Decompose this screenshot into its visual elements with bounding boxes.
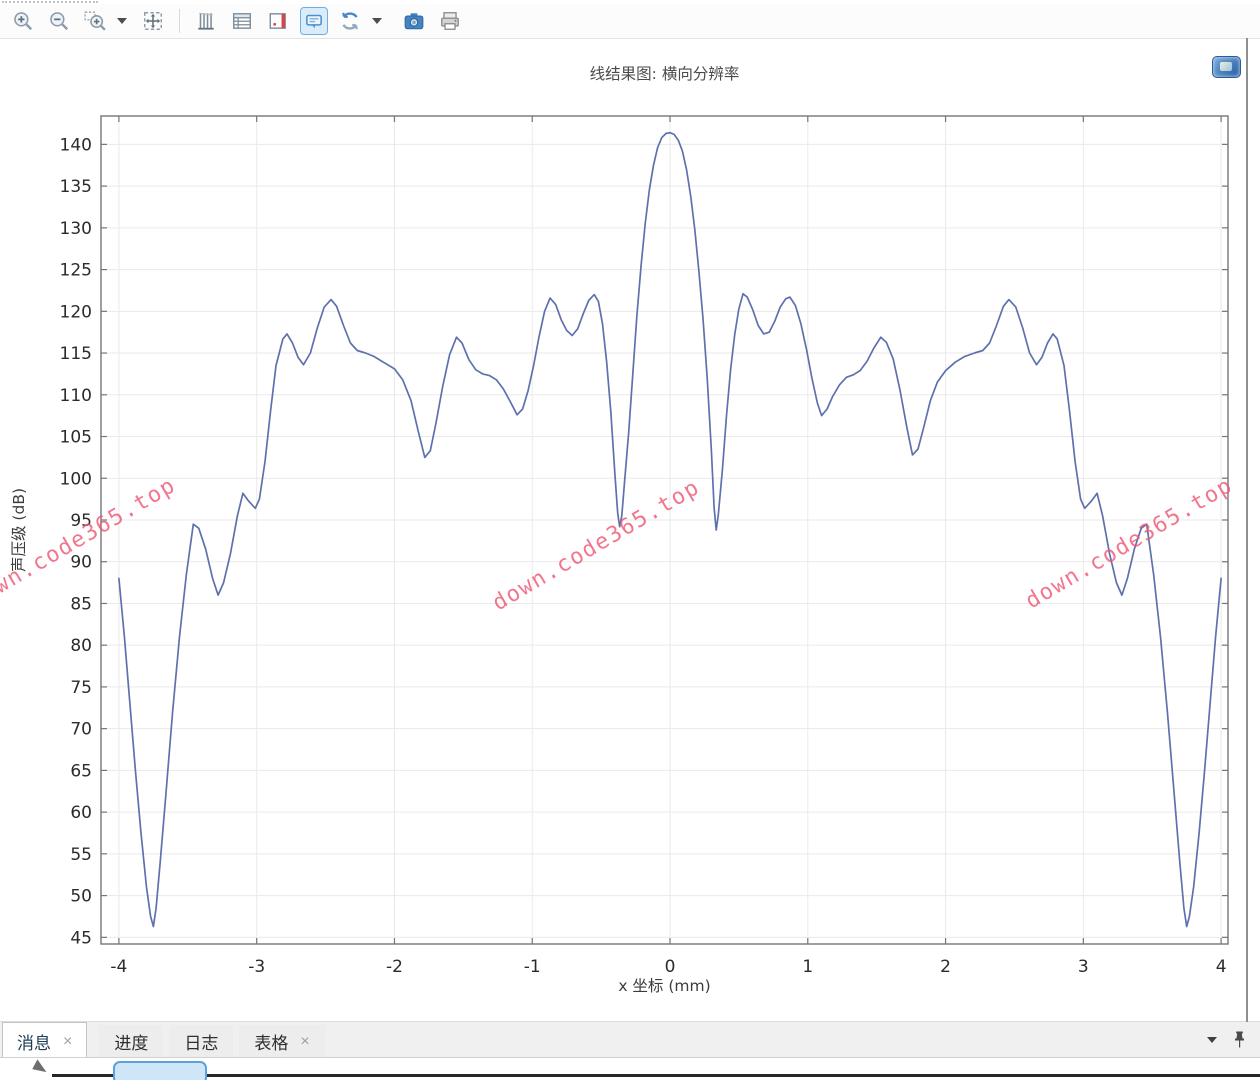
- printer-icon: [441, 12, 459, 30]
- svg-text:70: 70: [70, 720, 92, 740]
- messages-pane-top: [0, 1058, 1260, 1080]
- tab-progress[interactable]: 进度: [99, 1025, 164, 1057]
- svg-text:0: 0: [665, 957, 676, 977]
- tab-label: 进度: [114, 1034, 149, 1053]
- pin-icon[interactable]: [1233, 1031, 1246, 1048]
- tab-list-caret[interactable]: [1207, 1036, 1217, 1043]
- tab-messages[interactable]: 消息 ×: [2, 1022, 88, 1057]
- zoom-dropdown-caret[interactable]: [117, 18, 127, 24]
- axis-limits-icon: [269, 13, 286, 29]
- close-icon[interactable]: ×: [300, 1033, 309, 1050]
- svg-text:125: 125: [60, 261, 92, 281]
- grid-lines-x-icon: [198, 12, 214, 30]
- zoom-out-button[interactable]: [45, 7, 73, 35]
- zoom-extents-button[interactable]: [139, 7, 167, 35]
- close-icon[interactable]: ×: [63, 1033, 72, 1050]
- svg-text:-1: -1: [524, 957, 541, 977]
- refresh-plot-button[interactable]: [336, 7, 364, 35]
- svg-text:-2: -2: [386, 957, 403, 977]
- svg-text:-3: -3: [248, 957, 265, 977]
- svg-text:-4: -4: [110, 957, 127, 977]
- zoom-in-icon: [14, 12, 33, 31]
- camera-icon: [404, 13, 424, 30]
- panel-right-border: [1246, 38, 1248, 1022]
- svg-text:50: 50: [70, 887, 92, 907]
- svg-text:110: 110: [60, 386, 92, 406]
- image-snapshot-button[interactable]: [400, 7, 428, 35]
- zoom-out-icon: [50, 12, 69, 31]
- svg-text:x 坐标 (mm): x 坐标 (mm): [618, 977, 710, 995]
- zoom-box-icon: [84, 11, 106, 31]
- bottom-tab-bar: 消息 × 进度 日志 表格 ×: [0, 1022, 1260, 1058]
- graphics-toolbar: [0, 4, 1260, 38]
- svg-text:85: 85: [70, 594, 92, 614]
- svg-text:45: 45: [70, 928, 92, 948]
- graphics-window-button[interactable]: [1212, 56, 1241, 78]
- svg-text:140: 140: [60, 135, 92, 155]
- svg-text:55: 55: [70, 845, 92, 865]
- toolbar-separator: [179, 9, 180, 33]
- x-grid-button[interactable]: [192, 7, 220, 35]
- zoom-extents-icon: [144, 12, 162, 30]
- graphics-panel: 45 50 55 60 65 70 75 80 85 90 95 100 105 110 115 120 125…: [0, 38, 1260, 1022]
- watermark: down.code365.top: [488, 475, 704, 616]
- tab-label: 日志: [184, 1034, 219, 1053]
- print-button[interactable]: [436, 7, 464, 35]
- svg-text:80: 80: [70, 636, 92, 656]
- pane-divider-line: [52, 1074, 1260, 1077]
- plot-tooltip-icon: [306, 14, 322, 29]
- tab-label: 表格: [254, 1034, 289, 1053]
- tab-label: 消息: [17, 1034, 51, 1053]
- grid-table-icon: [233, 13, 251, 29]
- svg-text:75: 75: [70, 678, 92, 698]
- watermark: down.code365.top: [1021, 473, 1237, 614]
- svg-text:120: 120: [60, 302, 92, 322]
- svg-text:2: 2: [940, 957, 951, 977]
- svg-text:65: 65: [70, 761, 92, 781]
- svg-text:130: 130: [60, 219, 92, 239]
- zoom-in-button[interactable]: [9, 7, 37, 35]
- tabbar-controls: [1207, 1022, 1260, 1057]
- svg-text:115: 115: [60, 344, 92, 364]
- svg-text:1: 1: [802, 957, 813, 977]
- tab-table[interactable]: 表格 ×: [239, 1025, 325, 1057]
- refresh-dropdown-caret[interactable]: [372, 18, 382, 24]
- svg-text:135: 135: [60, 177, 92, 197]
- line-plot[interactable]: 4550556065707580859095100105110115120125…: [0, 39, 1260, 1023]
- plot-tooltip-button[interactable]: [300, 7, 328, 35]
- tab-log[interactable]: 日志: [169, 1025, 234, 1057]
- axis-limits-button[interactable]: [264, 7, 292, 35]
- zoom-box-button[interactable]: [81, 7, 109, 35]
- refresh-plot-icon: [342, 12, 358, 30]
- svg-text:4: 4: [1216, 957, 1227, 977]
- svg-text:60: 60: [70, 803, 92, 823]
- table-grid-button[interactable]: [228, 7, 256, 35]
- svg-text:3: 3: [1078, 957, 1089, 977]
- partial-blue-button[interactable]: [113, 1061, 207, 1080]
- svg-text:线结果图: 横向分辨率: 线结果图: 横向分辨率: [590, 65, 740, 83]
- cursor-arrow-icon: [32, 1059, 50, 1076]
- comsol-graphics-window: 45 50 55 60 65 70 75 80 85 90 95 100 105 110 115 120 125…: [0, 0, 1260, 1080]
- tabbar-spacer: [325, 1022, 1207, 1057]
- svg-text:100: 100: [60, 469, 92, 489]
- svg-text:105: 105: [60, 428, 92, 448]
